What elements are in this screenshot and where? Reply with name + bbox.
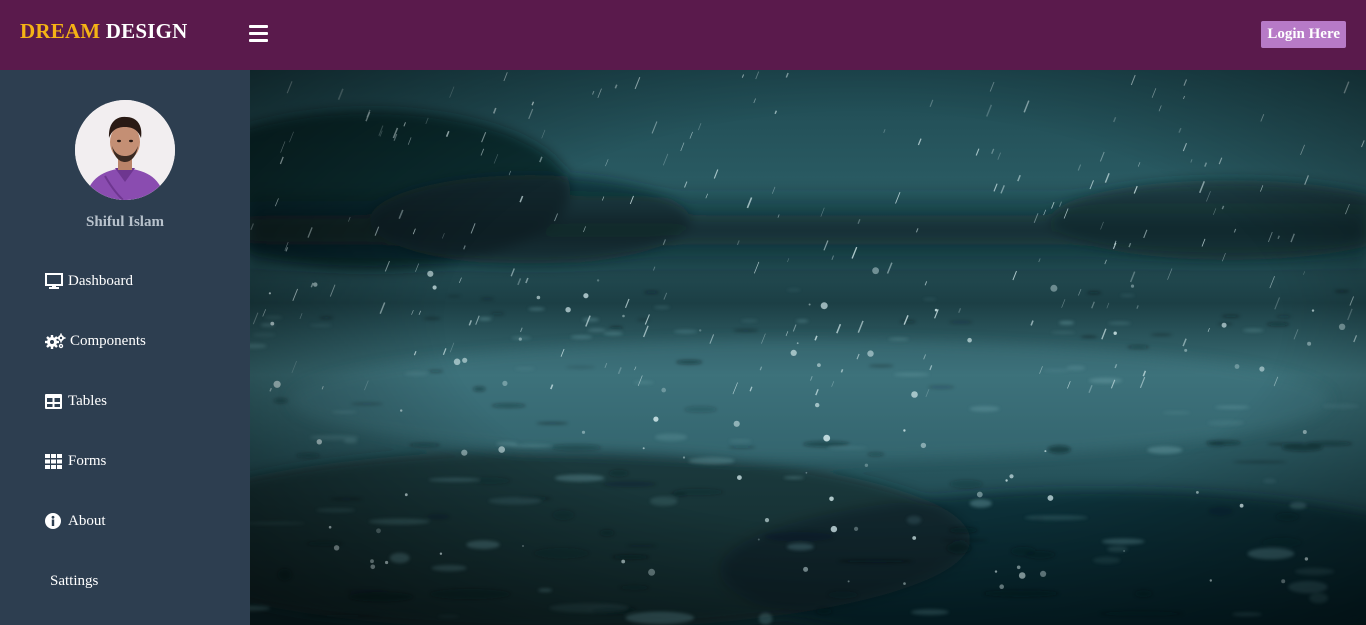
sidebar-item-forms[interactable]: Forms xyxy=(45,449,106,473)
hamburger-menu-icon[interactable] xyxy=(249,25,268,43)
profile-avatar xyxy=(75,100,175,200)
sidebar-item-components[interactable]: Components xyxy=(45,329,146,353)
top-navbar: DREAM DESIGN Login Here xyxy=(0,0,1366,70)
info-icon xyxy=(45,512,65,530)
sidebar-item-label: Sattings xyxy=(50,572,99,589)
sidebar-item-about[interactable]: About xyxy=(45,509,106,533)
hero-background-image xyxy=(250,70,1366,625)
sidebar-item-label: Forms xyxy=(68,452,107,469)
sidebar-item-label: About xyxy=(68,512,106,529)
monitor-icon xyxy=(45,272,65,290)
sidebar: Shiful Islam Dashboard Components Tables… xyxy=(0,70,250,625)
gears-icon xyxy=(45,332,67,350)
sidebar-item-label: Components xyxy=(70,332,146,349)
table-icon xyxy=(45,392,65,410)
sidebar-item-dashboard[interactable]: Dashboard xyxy=(45,269,133,293)
sidebar-item-settings[interactable]: Sattings xyxy=(50,569,98,593)
sidebar-item-label: Tables xyxy=(68,392,107,409)
brand-part-dream: DREAM xyxy=(20,19,101,43)
sidebar-item-label: Dashboard xyxy=(68,272,133,289)
profile-name: Shiful Islam xyxy=(86,214,164,230)
login-button[interactable]: Login Here xyxy=(1261,21,1346,48)
sidebar-item-tables[interactable]: Tables xyxy=(45,389,107,413)
grid-icon xyxy=(45,452,65,470)
brand-part-design: DESIGN xyxy=(105,19,188,43)
brand-logo[interactable]: DREAM DESIGN xyxy=(20,19,188,44)
